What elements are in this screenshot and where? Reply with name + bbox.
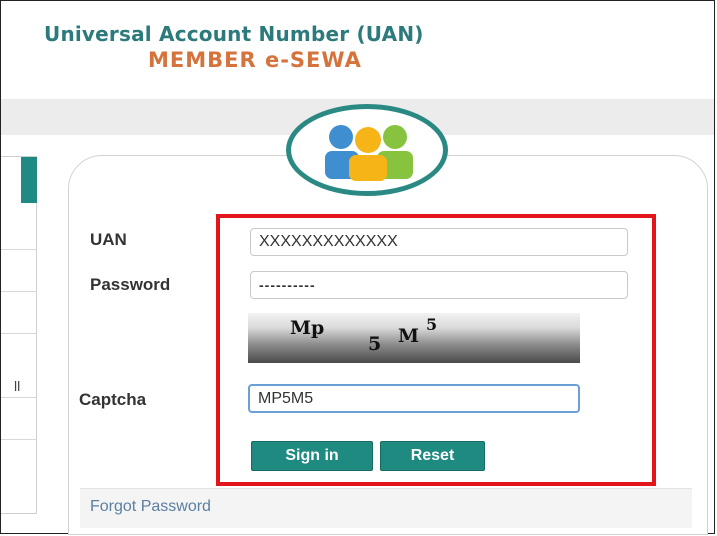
captcha-label: Captcha [79,390,147,409]
left-nav-panel [1,156,37,514]
password-label: Password [90,275,171,294]
page-subtitle: MEMBER e-SEWA [148,48,362,72]
people-group-icon [286,104,448,196]
highlight-annotation-box [216,214,656,486]
nav-divider [1,439,37,440]
nav-divider [1,333,37,334]
uan-label: UAN [90,230,127,249]
left-nav-text-fragment: ll [14,378,21,394]
page-title: Universal Account Number (UAN) [44,22,424,46]
nav-divider [1,291,37,292]
nav-divider [1,397,37,398]
nav-divider [1,249,37,250]
left-nav-tab[interactable] [21,157,37,203]
forgot-password-link[interactable]: Forgot Password [90,498,211,516]
